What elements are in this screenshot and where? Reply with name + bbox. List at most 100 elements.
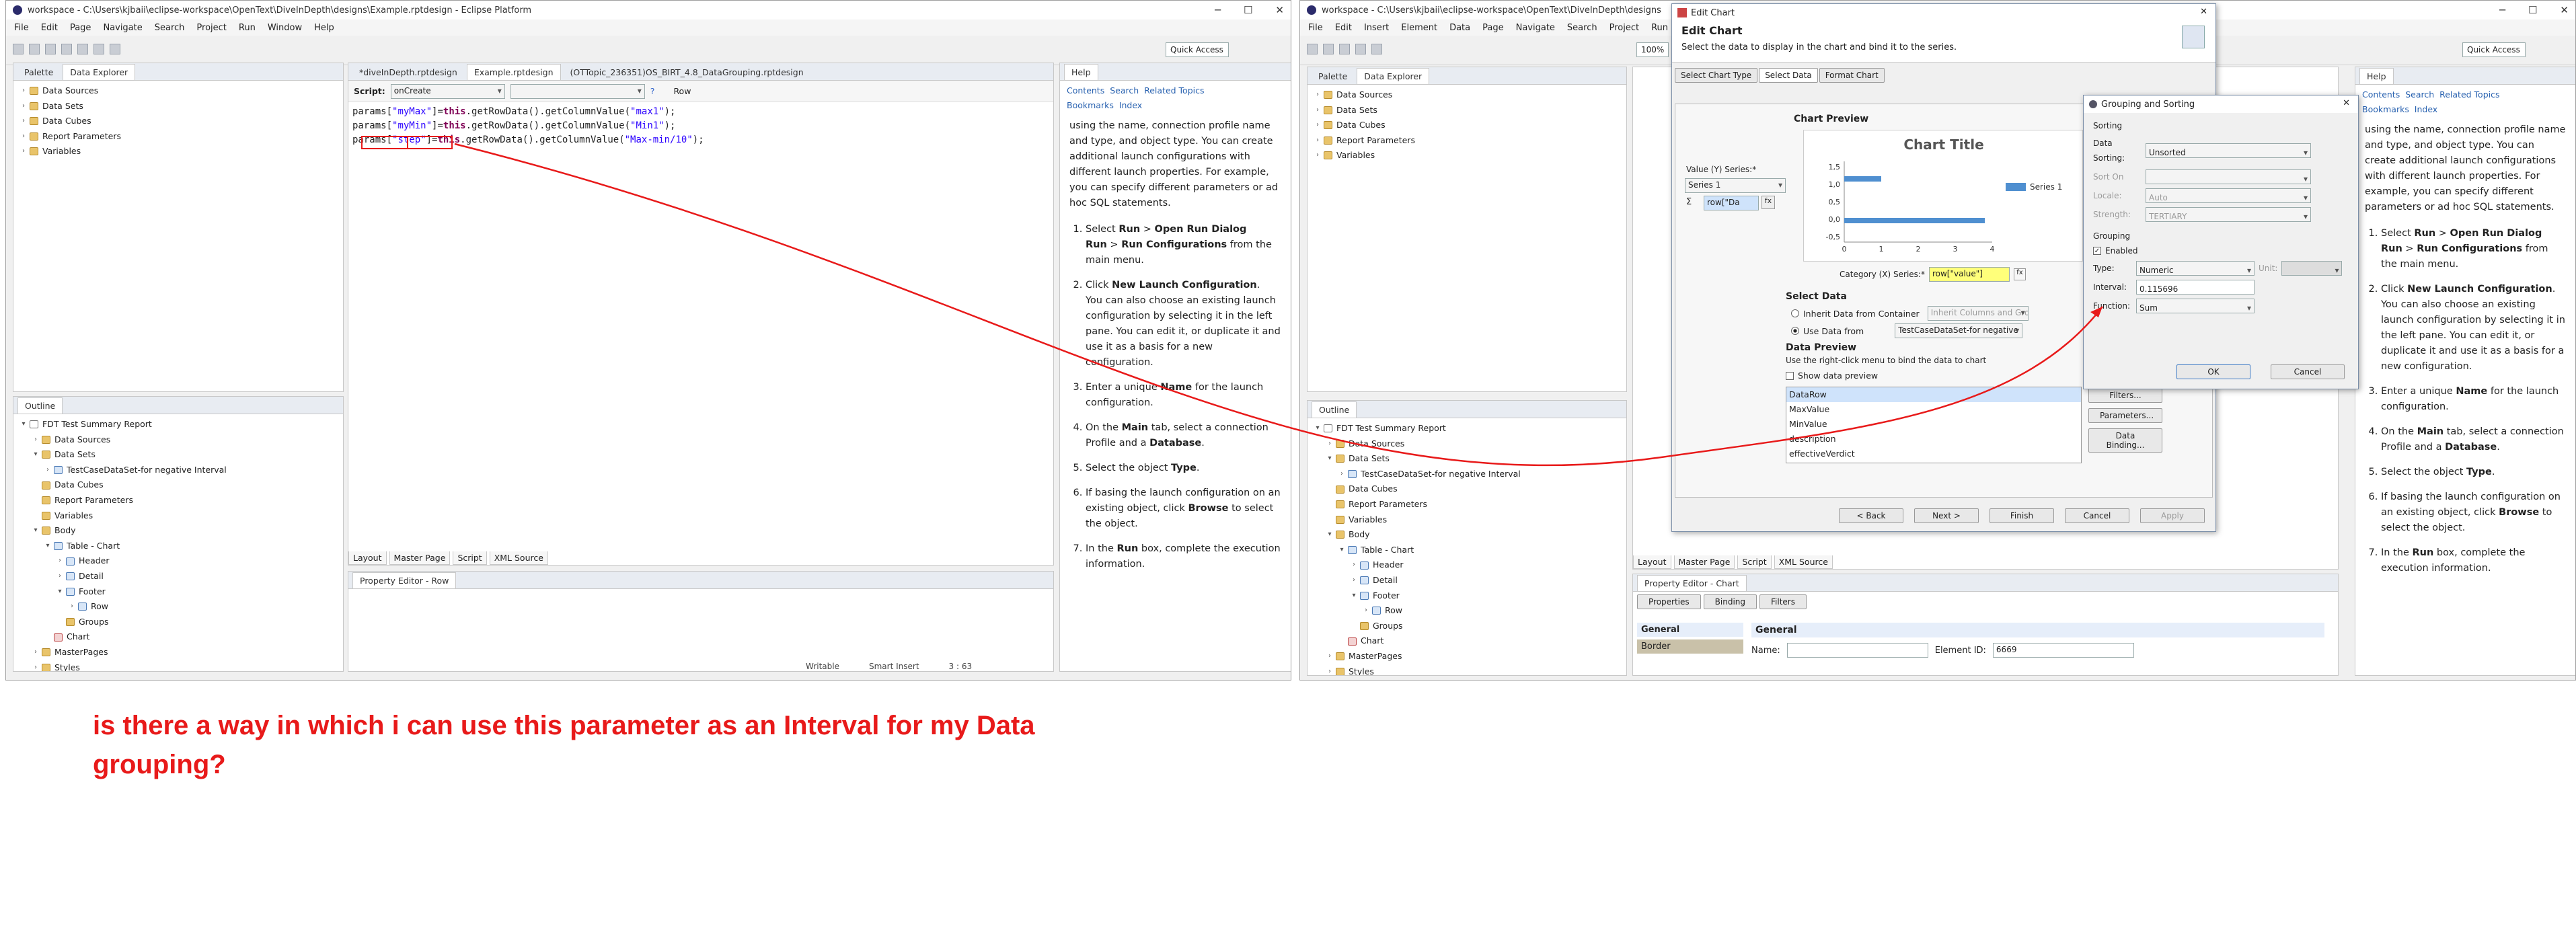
column-item[interactable]: MaxValue — [1786, 402, 2081, 417]
explorer-item[interactable]: › Report Parameters — [19, 129, 343, 145]
run-icon[interactable] — [61, 44, 72, 54]
outline-node[interactable]: › Header — [1313, 557, 1626, 573]
outline-node[interactable]: › Detail — [1313, 573, 1626, 588]
expand-icon[interactable]: › — [1325, 436, 1334, 452]
expand-icon[interactable]: ▾ — [1325, 451, 1334, 467]
expand-icon[interactable]: › — [19, 129, 28, 145]
editor-mode-tab[interactable]: Script — [453, 551, 487, 565]
new-icon[interactable] — [13, 44, 24, 54]
menu-search[interactable]: Search — [1567, 23, 1597, 33]
script-event-select[interactable]: onCreate — [390, 83, 505, 99]
side-button[interactable]: Data Binding... — [2088, 428, 2162, 453]
outline-node[interactable]: ▾ FDT Test Summary Report — [19, 417, 343, 432]
expand-icon[interactable]: › — [19, 99, 28, 114]
help-link-index[interactable]: Index — [1119, 100, 1142, 110]
debug-icon[interactable] — [77, 44, 88, 54]
minimize-icon[interactable]: ─ — [2499, 4, 2505, 16]
menu-edit[interactable]: Edit — [41, 23, 58, 33]
editor-mode-tab[interactable]: XML Source — [1774, 555, 1833, 569]
expand-icon[interactable]: › — [1337, 467, 1347, 482]
outline-node[interactable]: Chart — [1313, 633, 1626, 649]
close-icon[interactable]: ✕ — [2200, 7, 2207, 17]
menu-run[interactable]: Run — [239, 23, 256, 33]
menu-navigate[interactable]: Navigate — [103, 23, 142, 33]
category-expression-input[interactable]: row["value"] — [1928, 267, 2010, 282]
wizard-next-button[interactable]: Next > — [1914, 508, 1979, 523]
menu-file[interactable]: File — [1308, 23, 1323, 33]
expand-icon[interactable]: › — [1325, 664, 1334, 676]
side-button[interactable]: Parameters... — [2088, 408, 2162, 423]
menu-page[interactable]: Page — [70, 23, 91, 33]
expand-icon[interactable]: ▾ — [31, 447, 40, 463]
outline-node[interactable]: ▾ Body — [1313, 527, 1626, 543]
wizard-back-button[interactable]: < Back — [1839, 508, 1903, 523]
inherit-data-radio[interactable] — [1791, 309, 1799, 317]
side-button[interactable]: Filters... — [2088, 388, 2162, 403]
outline-node[interactable]: › Header — [19, 553, 343, 569]
debug-icon[interactable] — [1371, 44, 1382, 54]
expand-icon[interactable]: › — [55, 569, 65, 584]
menu-element[interactable]: Element — [1401, 23, 1437, 33]
prop-category-border[interactable]: Border — [1637, 639, 1743, 654]
column-item[interactable]: effectiveVerdict — [1786, 446, 2081, 461]
tab-property-editor[interactable]: Property Editor - Row — [352, 572, 457, 588]
wizard-tab[interactable]: Format Chart — [1819, 68, 1885, 83]
save-icon[interactable] — [1323, 44, 1334, 54]
expand-icon[interactable]: ▾ — [1337, 543, 1347, 558]
help-link-contents[interactable]: Contents — [1067, 85, 1104, 95]
expand-icon[interactable]: › — [1313, 148, 1322, 163]
enabled-checkbox[interactable]: ✓ — [2093, 247, 2101, 255]
interval-input[interactable]: 0.115696 — [2136, 280, 2255, 295]
outline-node[interactable]: › Row — [1313, 603, 1626, 619]
explorer-item[interactable]: › Data Cubes — [19, 114, 343, 129]
wizard-tab[interactable]: Select Chart Type — [1675, 68, 1758, 83]
expand-icon[interactable]: › — [55, 553, 65, 569]
column-item[interactable]: DataRow — [1786, 387, 2081, 402]
outline-node[interactable]: › TestCaseDataSet-for negative Interval — [19, 463, 343, 478]
expand-icon[interactable]: ▾ — [1313, 421, 1322, 436]
editor-tab[interactable]: Example.rptdesign — [466, 64, 561, 80]
outline-node[interactable]: › Row — [19, 599, 343, 615]
expand-icon[interactable]: › — [1313, 118, 1322, 133]
new-icon[interactable] — [1307, 44, 1318, 54]
tab-outline[interactable]: Outline — [17, 397, 63, 414]
outline-node[interactable]: Data Cubes — [1313, 481, 1626, 497]
wizard-tab[interactable]: Select Data — [1759, 68, 1818, 83]
close-icon[interactable]: ✕ — [1275, 4, 1284, 16]
menu-project[interactable]: Project — [1609, 23, 1639, 33]
outline-node[interactable]: ▾ Footer — [1313, 588, 1626, 604]
data-sorting-select[interactable]: Unsorted — [2146, 143, 2311, 158]
dataset-select[interactable]: TestCaseDataSet-for negative — [1895, 323, 2023, 338]
wizard-apply-button[interactable]: Apply — [2140, 508, 2205, 523]
expand-icon[interactable]: ▾ — [1325, 527, 1334, 543]
tab-palette[interactable]: Palette — [1312, 69, 1354, 84]
menu-navigate[interactable]: Navigate — [1516, 23, 1555, 33]
name-input[interactable] — [1786, 643, 1928, 658]
cancel-button[interactable]: Cancel — [2271, 364, 2345, 379]
expand-icon[interactable]: › — [19, 83, 28, 99]
editor-mode-tab[interactable]: Layout — [1633, 555, 1671, 569]
explorer-item[interactable]: › Data Sets — [19, 99, 343, 114]
outline-node[interactable]: ▾ Footer — [19, 584, 343, 600]
help-icon[interactable]: ? — [650, 86, 655, 96]
menu-edit[interactable]: Edit — [1335, 23, 1352, 33]
outline-node[interactable]: Variables — [19, 508, 343, 524]
outline-node[interactable]: › Styles — [19, 660, 343, 671]
wizard-finish-button[interactable]: Finish — [1990, 508, 2054, 523]
grouping-type-select[interactable]: Numeric — [2136, 261, 2255, 276]
tab-data-explorer[interactable]: Data Explorer — [1357, 68, 1430, 84]
expand-icon[interactable]: ▾ — [43, 539, 52, 554]
expand-icon[interactable]: › — [1361, 603, 1371, 619]
outline-node[interactable]: Groups — [1313, 619, 1626, 634]
outline-node[interactable]: › Data Sources — [19, 432, 343, 448]
expand-icon[interactable]: › — [1349, 557, 1359, 573]
outline-node[interactable]: ▾ Data Sets — [19, 447, 343, 463]
help-link-related-topics[interactable]: Related Topics — [2439, 89, 2499, 100]
expand-icon[interactable]: › — [1313, 87, 1322, 103]
expression-builder-icon[interactable]: fx — [2013, 268, 2026, 280]
outline-node[interactable]: › MasterPages — [1313, 649, 1626, 664]
outline-node[interactable]: Report Parameters — [1313, 497, 1626, 512]
expand-icon[interactable]: › — [1349, 573, 1359, 588]
outline-node[interactable]: Chart — [19, 629, 343, 645]
column-item[interactable]: description — [1786, 432, 2081, 446]
